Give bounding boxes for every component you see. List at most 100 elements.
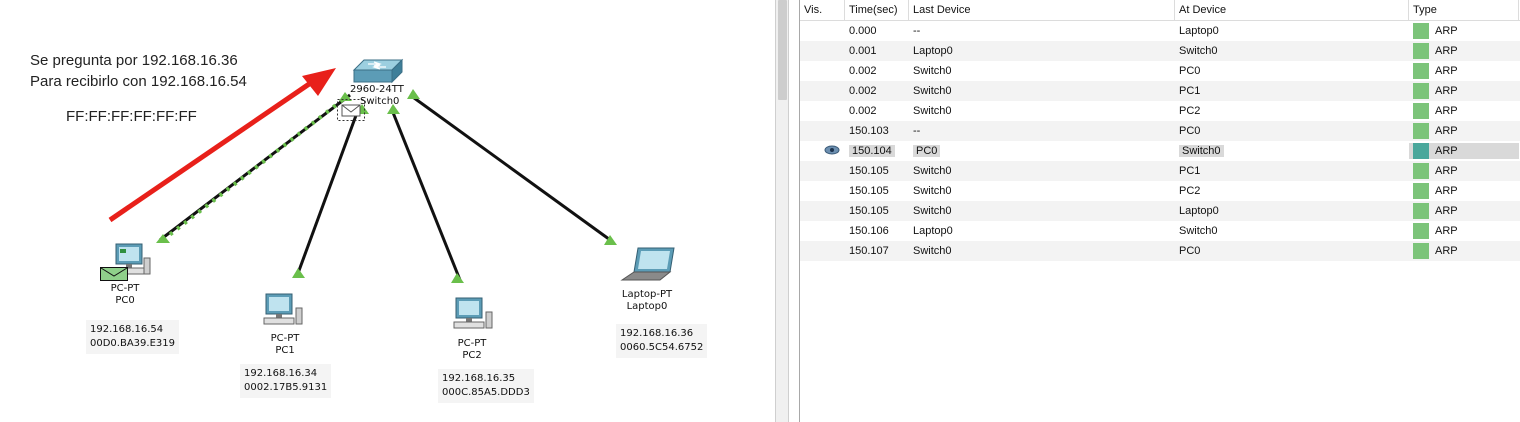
cell-at-device: PC2 [1175,105,1409,117]
cell-type[interactable]: ARP [1409,63,1519,79]
cell-type[interactable]: ARP [1409,183,1519,199]
type-color-swatch[interactable] [1413,23,1429,39]
type-color-swatch[interactable] [1413,163,1429,179]
cell-type-text: ARP [1435,125,1458,137]
cell-last-device: Switch0 [909,205,1175,217]
type-color-swatch[interactable] [1413,183,1429,199]
pc0-address-box: 192.168.16.54 00D0.BA39.E319 [86,320,179,354]
cell-last-device-text: PC0 [913,145,941,157]
cell-type-text: ARP [1435,185,1458,197]
cell-time: 0.002 [845,85,909,97]
cell-type[interactable]: ARP [1409,223,1519,239]
type-color-swatch[interactable] [1413,83,1429,99]
type-color-swatch[interactable] [1413,143,1429,159]
cell-time: 0.000 [845,25,909,37]
cell-at-device-text: Switch0 [1179,145,1224,157]
type-color-swatch[interactable] [1413,223,1429,239]
cell-time-text: 0.001 [849,45,877,57]
panel-divider[interactable] [789,0,800,422]
link-pc2-switch[interactable] [390,109,462,281]
pc-icon[interactable] [258,292,306,336]
table-row[interactable]: 150.105 Switch0 PC1 ARP [800,161,1520,181]
cell-last-device: Switch0 [909,245,1175,257]
table-row[interactable]: 150.103 -- PC0 ARP [800,121,1520,141]
cell-at-device-text: PC1 [1179,165,1201,177]
type-color-swatch[interactable] [1413,243,1429,259]
cell-time: 0.001 [845,45,909,57]
laptop0-name-label: Laptop0 [626,301,668,312]
cell-vis[interactable] [800,145,845,158]
red-arrow-head [302,68,336,96]
table-row[interactable]: 150.105 Switch0 PC2 ARP [800,181,1520,201]
cell-type[interactable]: ARP [1409,43,1519,59]
cell-at-device-text: PC2 [1179,185,1201,197]
col-header-time[interactable]: Time(sec) [845,0,909,20]
cell-last-device-text: Switch0 [913,185,952,197]
cell-type[interactable]: ARP [1409,23,1519,39]
cell-type-text: ARP [1435,245,1458,257]
cell-last-device: Laptop0 [909,45,1175,57]
laptop-icon[interactable] [620,246,676,286]
table-row[interactable]: 0.002 Switch0 PC0 ARP [800,61,1520,81]
cell-type[interactable]: ARP [1409,163,1519,179]
table-row[interactable]: 150.105 Switch0 Laptop0 ARP [800,201,1520,221]
col-header-last-device[interactable]: Last Device [909,0,1175,20]
cell-time: 0.002 [845,65,909,77]
cell-at-device-text: Laptop0 [1179,25,1219,37]
pc0-ip: 192.168.16.54 [90,324,164,335]
pc0-name-label: PC0 [115,295,135,306]
port-up-icon [451,273,464,283]
cell-time: 150.103 [845,125,909,137]
pc1-address-box: 192.168.16.34 0002.17B5.9131 [240,364,332,398]
cell-type[interactable]: ARP [1409,123,1519,139]
link-pc1-switch[interactable] [295,109,360,277]
pc2-name-label: PC2 [462,350,482,361]
col-header-type[interactable]: Type [1409,0,1519,20]
cell-time: 150.106 [845,225,909,237]
col-header-at-device[interactable]: At Device [1175,0,1409,20]
cell-at-device-text: PC0 [1179,245,1201,257]
table-row[interactable]: 0.002 Switch0 PC1 ARP [800,81,1520,101]
table-row[interactable]: 150.104 PC0 Switch0 ARP [800,141,1520,161]
cell-last-device: Switch0 [909,85,1175,97]
type-color-swatch[interactable] [1413,103,1429,119]
type-color-swatch[interactable] [1413,63,1429,79]
table-row[interactable]: 0.002 Switch0 PC2 ARP [800,101,1520,121]
col-header-vis[interactable]: Vis. [800,0,845,20]
event-list-body: 0.000 -- Laptop0 ARP 0.001 Laptop0 Switch0 ARP 0… [800,21,1520,261]
pc2-model-label: PC-PT [457,338,487,349]
cell-last-device-text: Switch0 [913,105,952,117]
cell-type[interactable]: ARP [1409,243,1519,259]
cell-type[interactable]: ARP [1409,83,1519,99]
annotation-broadcast-mac: FF:FF:FF:FF:FF:FF [66,108,197,125]
cell-time-text: 0.002 [849,85,877,97]
cell-at-device: PC1 [1175,85,1409,97]
annotation-question: Se pregunta por 192.168.16.36 [30,52,238,69]
cell-type-text: ARP [1435,45,1458,57]
cell-at-device: Laptop0 [1175,25,1409,37]
cell-last-device: Switch0 [909,105,1175,117]
cell-time-text: 150.105 [849,165,889,177]
scrollbar-thumb[interactable] [778,0,787,100]
cell-time: 0.002 [845,105,909,117]
table-row[interactable]: 150.106 Laptop0 Switch0 ARP [800,221,1520,241]
link-laptop0-switch[interactable] [409,93,614,244]
cell-type[interactable]: ARP [1409,143,1519,159]
pc2-ip: 192.168.16.35 [442,373,516,384]
cell-last-device-text: Laptop0 [913,45,953,57]
canvas-vertical-scrollbar[interactable] [775,0,789,422]
envelope-icon[interactable] [337,99,365,125]
cell-type[interactable]: ARP [1409,103,1519,119]
eye-icon[interactable] [824,145,840,155]
table-row[interactable]: 0.000 -- Laptop0 ARP [800,21,1520,41]
table-row[interactable]: 0.001 Laptop0 Switch0 ARP [800,41,1520,61]
cell-type[interactable]: ARP [1409,203,1519,219]
pc-icon[interactable] [448,296,496,340]
type-color-swatch[interactable] [1413,203,1429,219]
table-row[interactable]: 150.107 Switch0 PC0 ARP [800,241,1520,261]
cell-at-device-text: PC0 [1179,65,1201,77]
topology-canvas[interactable]: Se pregunta por 192.168.16.36 Para recib… [0,0,775,422]
type-color-swatch[interactable] [1413,123,1429,139]
type-color-swatch[interactable] [1413,43,1429,59]
cell-last-device-text: Switch0 [913,165,952,177]
